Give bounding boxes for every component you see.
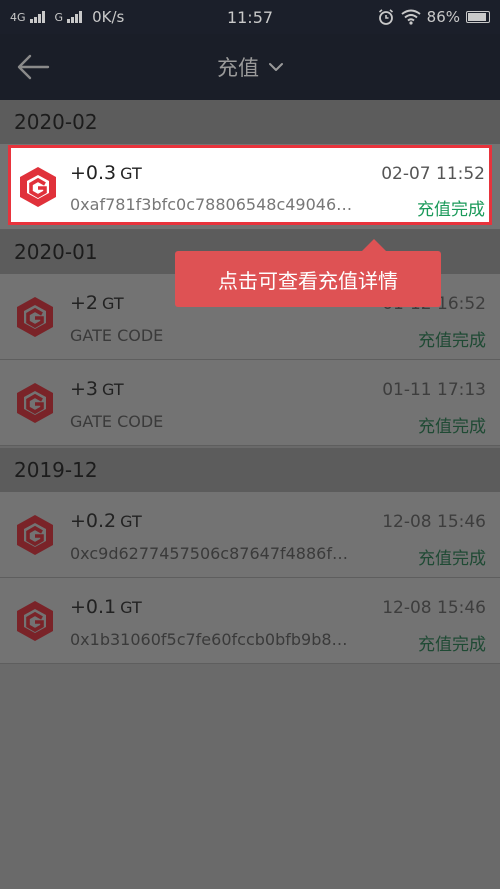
gatechain-logo-icon: [20, 167, 56, 207]
network-speed: 0K/s: [92, 8, 125, 26]
empty-area: [0, 666, 500, 889]
timestamp: 02-07 11:52: [381, 164, 485, 184]
deposit-source: GATE CODE: [70, 326, 164, 345]
status-label: 充值完成: [418, 417, 486, 437]
list-item-highlighted[interactable]: +0.3 GT 0xaf781f3bfc0c78806548c49046… 02-…: [8, 145, 492, 225]
tx-hash: 0x1b31060f5c7fe60fccb0bfb9b8…: [70, 630, 348, 649]
list-item[interactable]: +0.2 GT 0xc9d6277457506c87647f4886f… 12-0…: [0, 492, 500, 578]
title-dropdown[interactable]: 充值: [217, 52, 283, 82]
deposit-source: GATE CODE: [70, 412, 164, 431]
status-label: 充值完成: [417, 200, 485, 220]
list-item[interactable]: +3 GT GATE CODE 01-11 17:13 充值完成: [0, 360, 500, 446]
status-right: 86%: [377, 8, 490, 26]
back-arrow-icon[interactable]: [16, 52, 50, 82]
gatechain-logo-icon: [17, 515, 53, 555]
amount: +0.1 GT: [70, 596, 142, 618]
tx-hash: 0xc9d6277457506c87647f4886f…: [70, 544, 348, 563]
status-bar: 4G G 0K/s 11:57 86%: [0, 0, 500, 34]
network-label-1: 4G: [10, 10, 26, 24]
battery-percent: 86%: [426, 8, 460, 26]
page-title: 充值: [217, 56, 259, 80]
amount: +3 GT: [70, 378, 124, 400]
battery-icon: [466, 11, 490, 23]
amount: +2 GT: [70, 292, 124, 314]
section-header: 2020-02: [0, 100, 500, 144]
amount-value: +2: [70, 292, 99, 314]
status-left: 4G G 0K/s: [10, 8, 210, 26]
amount-unit: GT: [120, 164, 142, 183]
amount-unit: GT: [120, 598, 142, 617]
amount-unit: GT: [102, 380, 124, 399]
hint-tooltip: 点击可查看充值详情: [175, 251, 441, 307]
chevron-down-icon: [269, 63, 283, 71]
alarm-icon: [378, 9, 393, 25]
section-header: 2019-12: [0, 448, 500, 492]
amount: +0.3 GT: [70, 162, 142, 184]
tx-hash: 0xaf781f3bfc0c78806548c49046…: [70, 195, 353, 214]
status-label: 充值完成: [418, 331, 486, 351]
status-label: 充值完成: [418, 635, 486, 655]
timestamp: 12-08 15:46: [382, 512, 486, 532]
network-label-2: G: [54, 10, 64, 24]
amount: +0.2 GT: [70, 510, 142, 532]
amount-value: +0.1: [70, 596, 117, 618]
app-bar: 充值: [0, 34, 500, 100]
signal-bars-icon: [67, 11, 83, 23]
status-label: 充值完成: [418, 549, 486, 569]
timestamp: 01-11 17:13: [382, 380, 486, 400]
signal-bars-icon: [29, 11, 45, 23]
gatechain-logo-icon: [17, 601, 53, 641]
list-item[interactable]: +0.1 GT 0x1b31060f5c7fe60fccb0bfb9b8… 12-…: [0, 578, 500, 664]
gatechain-logo-icon: [17, 297, 53, 337]
amount-value: +0.3: [70, 162, 117, 184]
amount-unit: GT: [102, 294, 124, 313]
gatechain-logo-icon: [17, 383, 53, 423]
amount-value: +3: [70, 378, 99, 400]
amount-value: +0.2: [70, 510, 117, 532]
tooltip-arrow: [362, 239, 386, 251]
amount-unit: GT: [120, 512, 142, 531]
wifi-icon: [401, 9, 421, 25]
timestamp: 12-08 15:46: [382, 598, 486, 618]
